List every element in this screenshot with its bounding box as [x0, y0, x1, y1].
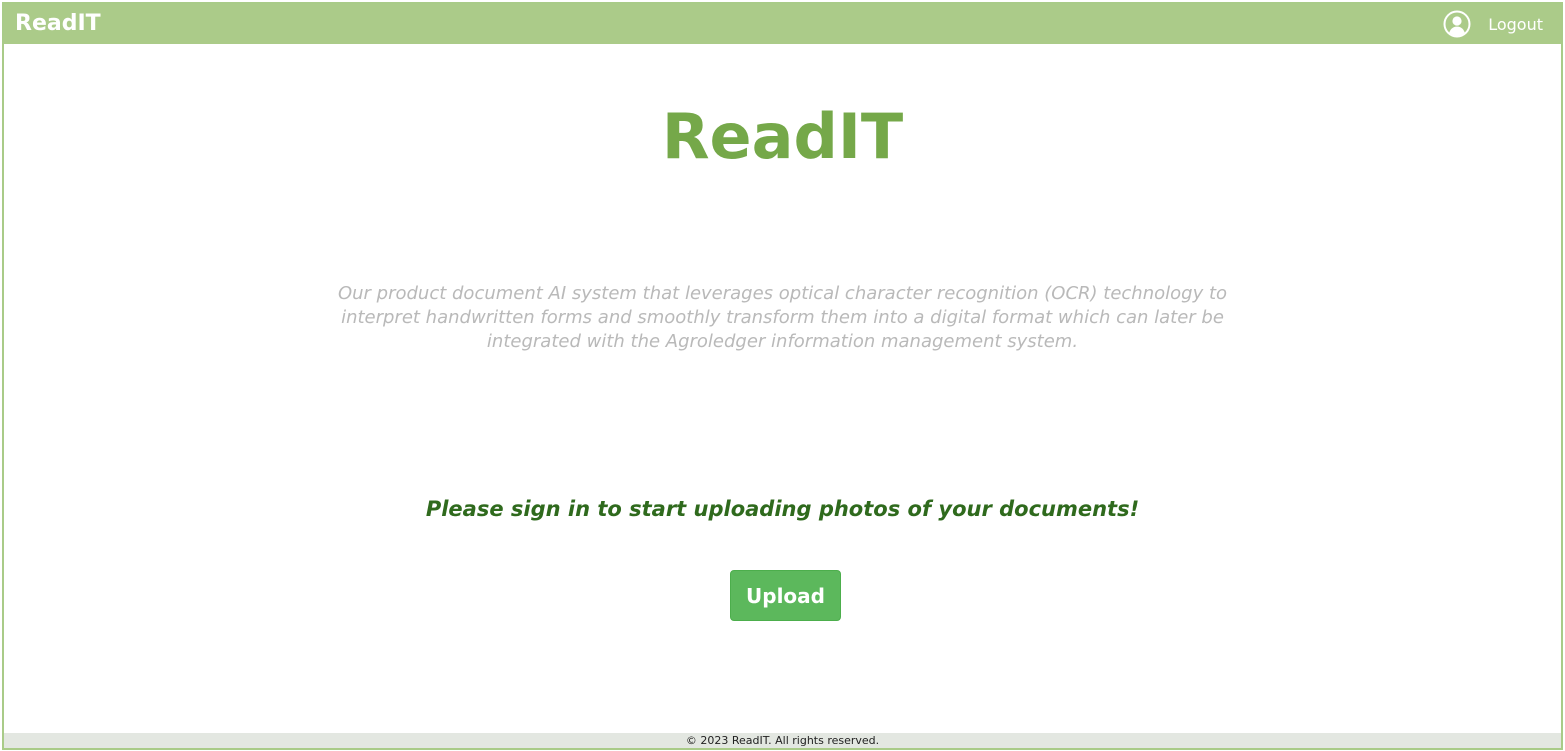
footer: © 2023 ReadIT. All rights reserved. [4, 733, 1561, 748]
upload-button[interactable]: Upload [730, 570, 841, 621]
product-description: Our product document AI system that leve… [337, 283, 1228, 352]
logout-label: Logout [1488, 14, 1543, 34]
navbar: ReadIT Logout [4, 4, 1561, 44]
copyright-text: © 2023 ReadIT. All rights reserved. [685, 734, 880, 747]
brand-logo[interactable]: ReadIT [15, 11, 101, 36]
user-circle-icon [1443, 10, 1471, 38]
signin-prompt: Please sign in to start uploading photos… [425, 497, 1140, 521]
page-title: ReadIT [661, 100, 904, 173]
logout-button[interactable]: Logout [1443, 10, 1543, 38]
app-frame: ReadIT Logout ReadIT Our product documen… [2, 2, 1563, 750]
